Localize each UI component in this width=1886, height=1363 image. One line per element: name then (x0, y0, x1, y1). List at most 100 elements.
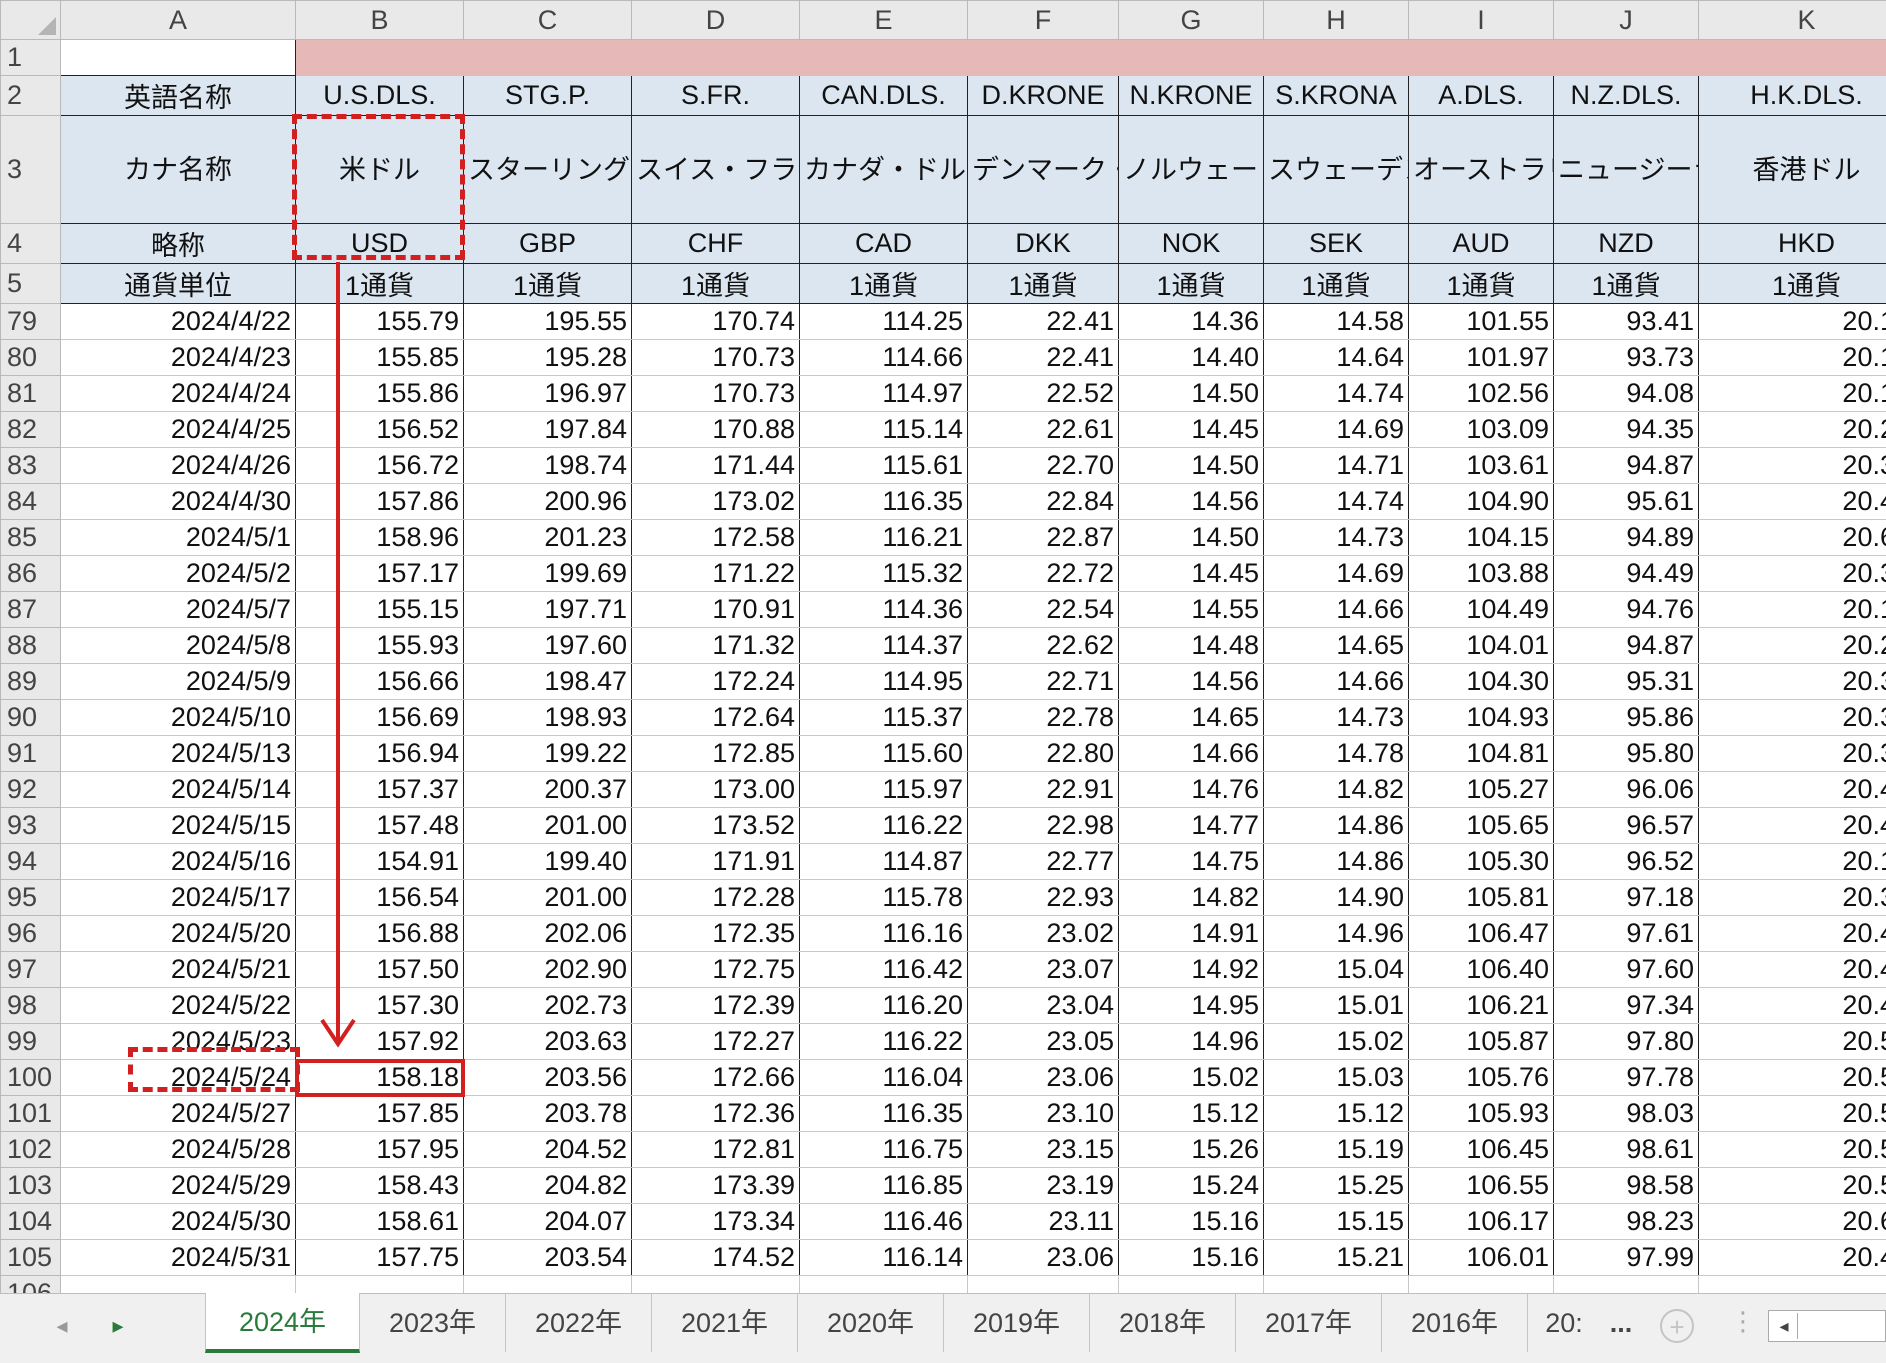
empty-cell[interactable] (1118, 1275, 1264, 1293)
rate-cell[interactable]: 114.66 (799, 339, 968, 376)
currency-header-cell[interactable]: S.FR. (631, 75, 800, 116)
title-band-cell[interactable] (463, 39, 632, 76)
rate-cell[interactable]: 23.11 (967, 1203, 1119, 1240)
empty-cell[interactable] (799, 1275, 968, 1293)
date-cell[interactable]: 2024/5/28 (60, 1131, 296, 1168)
row-header[interactable]: 103 (0, 1167, 61, 1204)
rate-cell[interactable]: 98.58 (1553, 1167, 1699, 1204)
rate-cell[interactable]: 22.72 (967, 555, 1119, 592)
rate-cell[interactable]: 104.49 (1408, 591, 1554, 628)
empty-cell[interactable] (1698, 1275, 1886, 1293)
rate-cell[interactable]: 22.91 (967, 771, 1119, 808)
rate-cell[interactable]: 201.00 (463, 879, 632, 916)
rate-cell[interactable]: 198.93 (463, 699, 632, 736)
rate-cell[interactable]: 204.52 (463, 1131, 632, 1168)
rate-cell[interactable]: 106.45 (1408, 1131, 1554, 1168)
rate-cell[interactable]: 105.30 (1408, 843, 1554, 880)
currency-header-cell[interactable]: スウェーデン・クローネ (1263, 115, 1409, 224)
rate-cell[interactable]: 203.56 (463, 1059, 632, 1096)
currency-header-cell[interactable]: N.KRONE (1118, 75, 1264, 116)
sheet-tab[interactable]: 20: (1528, 1294, 1600, 1352)
rate-cell[interactable]: 20.23 (1698, 627, 1886, 664)
rate-cell[interactable]: 14.90 (1263, 879, 1409, 916)
currency-header-cell[interactable]: A.DLS. (1408, 75, 1554, 116)
title-band-cell[interactable] (1118, 39, 1264, 76)
rate-cell[interactable]: 115.37 (799, 699, 968, 736)
column-header-c[interactable]: C (463, 0, 632, 40)
rate-cell[interactable]: 97.34 (1553, 987, 1699, 1024)
date-cell[interactable]: 2024/5/15 (60, 807, 296, 844)
rate-cell[interactable]: 22.87 (967, 519, 1119, 556)
rate-cell[interactable]: 22.62 (967, 627, 1119, 664)
sheet-tab[interactable]: 2016年 (1382, 1294, 1528, 1352)
rate-cell[interactable]: 116.20 (799, 987, 968, 1024)
date-cell[interactable]: 2024/5/17 (60, 879, 296, 916)
column-header-b[interactable]: B (295, 0, 464, 40)
rate-cell[interactable]: 115.61 (799, 447, 968, 484)
currency-header-cell[interactable]: 1通貨 (1553, 263, 1699, 304)
rate-cell[interactable]: 202.90 (463, 951, 632, 988)
row-header[interactable]: 105 (0, 1239, 61, 1276)
rate-cell[interactable]: 172.81 (631, 1131, 800, 1168)
date-cell[interactable]: 2024/5/27 (60, 1095, 296, 1132)
row-header[interactable]: 4 (0, 223, 61, 264)
rate-cell[interactable]: 20.34 (1698, 699, 1886, 736)
currency-header-cell[interactable]: 香港ドル (1698, 115, 1886, 224)
row-header[interactable]: 99 (0, 1023, 61, 1060)
column-header-i[interactable]: I (1408, 0, 1554, 40)
rate-cell[interactable]: 15.26 (1118, 1131, 1264, 1168)
currency-header-cell[interactable]: 1通貨 (631, 263, 800, 304)
currency-header-cell[interactable]: NZD (1553, 223, 1699, 264)
rate-cell[interactable]: 14.69 (1263, 411, 1409, 448)
horizontal-scrollbar[interactable]: ◂ (1768, 1310, 1886, 1342)
date-cell[interactable]: 2024/5/21 (60, 951, 296, 988)
rate-cell[interactable]: 14.50 (1118, 519, 1264, 556)
currency-header-cell[interactable]: 1通貨 (295, 263, 464, 304)
rate-cell[interactable]: 173.39 (631, 1167, 800, 1204)
rate-cell[interactable]: 114.95 (799, 663, 968, 700)
rate-cell[interactable]: 116.21 (799, 519, 968, 556)
rate-cell[interactable]: 94.08 (1553, 375, 1699, 412)
rate-cell[interactable]: 105.76 (1408, 1059, 1554, 1096)
currency-header-cell[interactable]: CAN.DLS. (799, 75, 968, 116)
rate-cell[interactable]: 97.61 (1553, 915, 1699, 952)
currency-header-cell[interactable]: DKK (967, 223, 1119, 264)
rate-cell[interactable]: 155.15 (295, 591, 464, 628)
date-cell[interactable]: 2024/5/24 (60, 1059, 296, 1096)
row-header[interactable]: 3 (0, 115, 61, 224)
column-header-g[interactable]: G (1118, 0, 1264, 40)
rate-cell[interactable]: 14.78 (1263, 735, 1409, 772)
date-cell[interactable]: 2024/5/22 (60, 987, 296, 1024)
rate-cell[interactable]: 14.82 (1263, 771, 1409, 808)
rate-cell[interactable]: 96.52 (1553, 843, 1699, 880)
row-header[interactable]: 101 (0, 1095, 61, 1132)
rate-cell[interactable]: 106.17 (1408, 1203, 1554, 1240)
rate-cell[interactable]: 172.66 (631, 1059, 800, 1096)
currency-header-cell[interactable]: 米ドル (295, 115, 464, 224)
more-tabs-ellipsis[interactable]: ... (1600, 1294, 1642, 1352)
rate-cell[interactable]: 157.17 (295, 555, 464, 592)
rate-cell[interactable]: 105.93 (1408, 1095, 1554, 1132)
rate-cell[interactable]: 116.85 (799, 1167, 968, 1204)
row-header[interactable]: 96 (0, 915, 61, 952)
rate-cell[interactable]: 22.71 (967, 663, 1119, 700)
rate-cell[interactable]: 14.66 (1263, 663, 1409, 700)
rate-cell[interactable]: 97.99 (1553, 1239, 1699, 1276)
rate-cell[interactable]: 14.50 (1118, 375, 1264, 412)
rate-cell[interactable]: 114.37 (799, 627, 968, 664)
empty-cell[interactable] (60, 1275, 296, 1293)
rate-cell[interactable]: 97.80 (1553, 1023, 1699, 1060)
rate-cell[interactable]: 20.19 (1698, 303, 1886, 340)
rate-cell[interactable]: 195.55 (463, 303, 632, 340)
rate-cell[interactable]: 20.47 (1698, 483, 1886, 520)
rate-cell[interactable]: 98.03 (1553, 1095, 1699, 1132)
rate-cell[interactable]: 115.32 (799, 555, 968, 592)
title-band-cell[interactable] (799, 39, 968, 76)
date-cell[interactable]: 2024/5/31 (60, 1239, 296, 1276)
rate-cell[interactable]: 14.76 (1118, 771, 1264, 808)
sheet-tab[interactable]: 2017年 (1236, 1294, 1382, 1352)
rate-cell[interactable]: 14.56 (1118, 663, 1264, 700)
rate-cell[interactable]: 23.04 (967, 987, 1119, 1024)
rate-cell[interactable]: 114.97 (799, 375, 968, 412)
rate-cell[interactable]: 14.73 (1263, 519, 1409, 556)
